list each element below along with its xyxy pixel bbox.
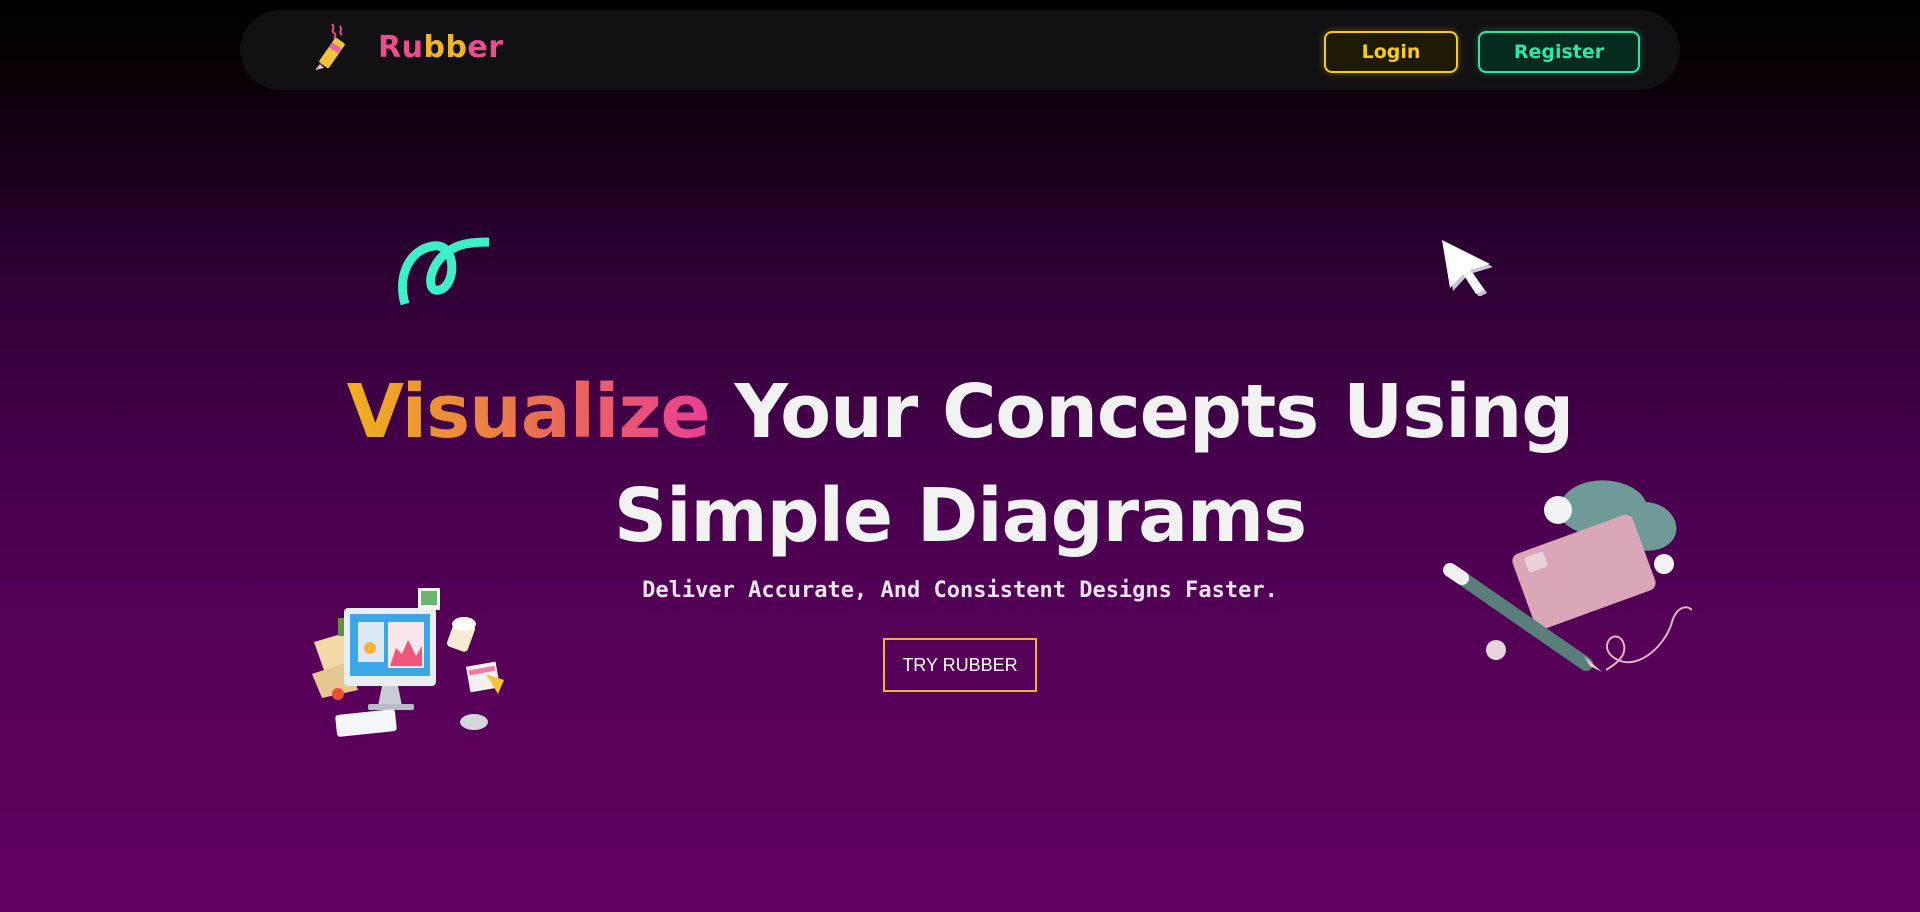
- cursor-arrow-icon: [1442, 240, 1493, 296]
- headline-highlight: Visualize: [346, 369, 711, 455]
- brand-part-bb: bb: [423, 30, 468, 65]
- brand-part-er: er: [467, 30, 504, 65]
- try-rubber-button[interactable]: TRY RUBBER: [883, 638, 1037, 692]
- brand-name[interactable]: Rubber: [378, 30, 504, 65]
- computer-illustration: [312, 588, 504, 737]
- headline-rest: Your Concepts Using Simple Diagrams: [613, 369, 1574, 559]
- register-button[interactable]: Register: [1478, 31, 1640, 73]
- squiggle-decoration: [398, 237, 490, 306]
- brand-part-ru: Ru: [378, 30, 424, 65]
- top-navbar: Rubber Login Register: [240, 10, 1680, 90]
- login-button[interactable]: Login: [1324, 31, 1458, 73]
- credit-card-pen-illustration: [1443, 480, 1692, 672]
- crayon-logo-icon[interactable]: [310, 22, 354, 74]
